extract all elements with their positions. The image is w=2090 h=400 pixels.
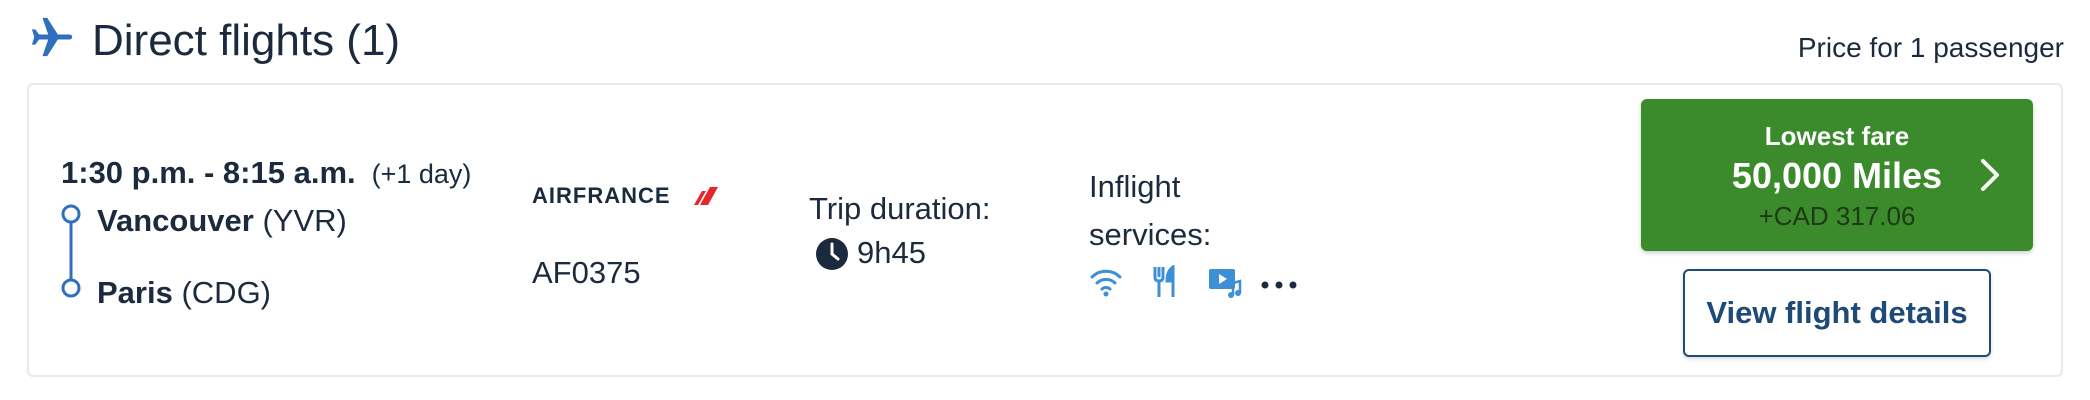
fare-label: Lowest fare: [1764, 121, 1910, 151]
section-header: Direct flights (1) Price for 1 passenger: [0, 0, 2090, 84]
meal-icon: [1153, 265, 1175, 297]
entertainment-icon: [1209, 269, 1242, 298]
origin-airport-code: (YVR): [262, 203, 347, 238]
day-offset: (+1 day): [371, 159, 472, 189]
duration-value: 9h45: [857, 235, 926, 270]
lowest-fare-button[interactable]: Lowest fare 50,000 Miles +CAD 317.06: [1641, 99, 2033, 251]
page-title: Direct flights (1): [92, 16, 401, 65]
duration-label: Trip duration:: [809, 191, 991, 226]
destination-city-name: Paris: [97, 275, 173, 310]
clock-icon: [816, 238, 848, 270]
chevron-right-icon: [1981, 159, 1999, 191]
flight-card[interactable]: 1:30 p.m. - 8:15 a.m. (+1 day) Vancouver …: [27, 83, 2063, 377]
departure-arrival-times: 1:30 p.m. - 8:15 a.m.: [61, 155, 356, 190]
destination-airport-code: (CDG): [181, 275, 272, 310]
view-flight-details-button[interactable]: View flight details: [1683, 269, 1991, 357]
flight-times: 1:30 p.m. - 8:15 a.m. (+1 day): [61, 155, 471, 191]
flight-number: AF0375: [532, 255, 641, 290]
more-icon[interactable]: [1259, 265, 1299, 299]
fare-cash: +CAD 317.06: [1758, 201, 1916, 231]
wifi-icon: [1090, 269, 1122, 297]
airfrance-logo: AIRFRANCE: [532, 183, 718, 208]
origin-city: Vancouver (YVR): [97, 203, 347, 239]
services-label: Inflight services:: [1089, 169, 1212, 252]
origin-city-name: Vancouver: [97, 203, 254, 238]
fare-miles: 50,000 Miles: [1731, 155, 1943, 196]
destination-city: Paris (CDG): [97, 275, 271, 311]
route-line-icon: [61, 204, 81, 298]
price-note: Price for 1 passenger: [1797, 32, 2064, 63]
airline-wordmark: AIRFRANCE: [532, 183, 671, 208]
plane-icon: [31, 17, 73, 57]
